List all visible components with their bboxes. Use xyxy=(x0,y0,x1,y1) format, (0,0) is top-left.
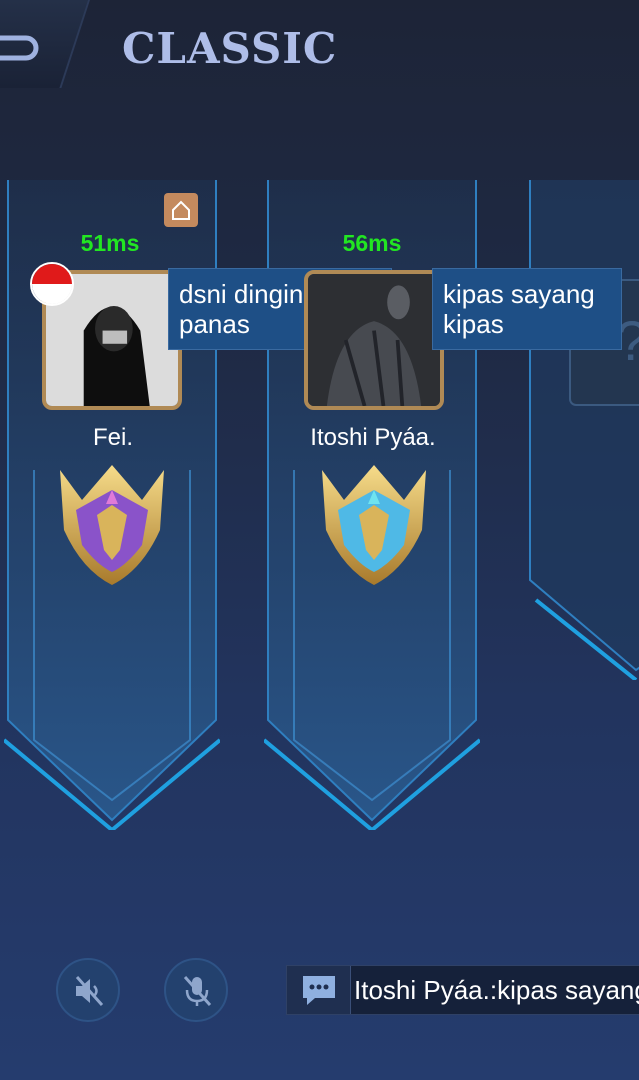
ping-label: 51ms xyxy=(80,230,140,256)
player-name: Itoshi Pyáa. xyxy=(310,424,436,451)
microphone-muted-icon xyxy=(183,976,212,1006)
player-card-3-empty: ? xyxy=(526,180,639,680)
chat-button[interactable] xyxy=(287,966,351,1014)
chat-preview[interactable]: Itoshi Pyáa.:kipas sayang xyxy=(286,965,639,1015)
player-name: Fei. xyxy=(92,424,133,451)
mythic-rank-badge-icon xyxy=(60,465,164,585)
top-bar: CLASSIC xyxy=(0,0,639,95)
speaker-toggle-button[interactable] xyxy=(56,958,120,1022)
avatar[interactable] xyxy=(304,270,444,410)
indonesia-flag-icon xyxy=(30,262,74,306)
chat-bubble-icon xyxy=(303,976,335,1005)
ping-label: 56ms xyxy=(342,230,402,256)
chat-last-message: Itoshi Pyáa.:kipas sayang xyxy=(354,975,639,1005)
home-icon xyxy=(164,193,198,227)
card-frame: ? xyxy=(529,180,639,680)
back-arrow-icon[interactable] xyxy=(0,28,40,68)
chat-bubble: kipas sayang kipas xyxy=(432,268,622,350)
microphone-toggle-button[interactable] xyxy=(164,958,228,1022)
speaker-muted-icon xyxy=(75,976,104,1006)
page-title: CLASSIC xyxy=(122,24,338,73)
mythic-rank-badge-icon xyxy=(322,465,426,585)
